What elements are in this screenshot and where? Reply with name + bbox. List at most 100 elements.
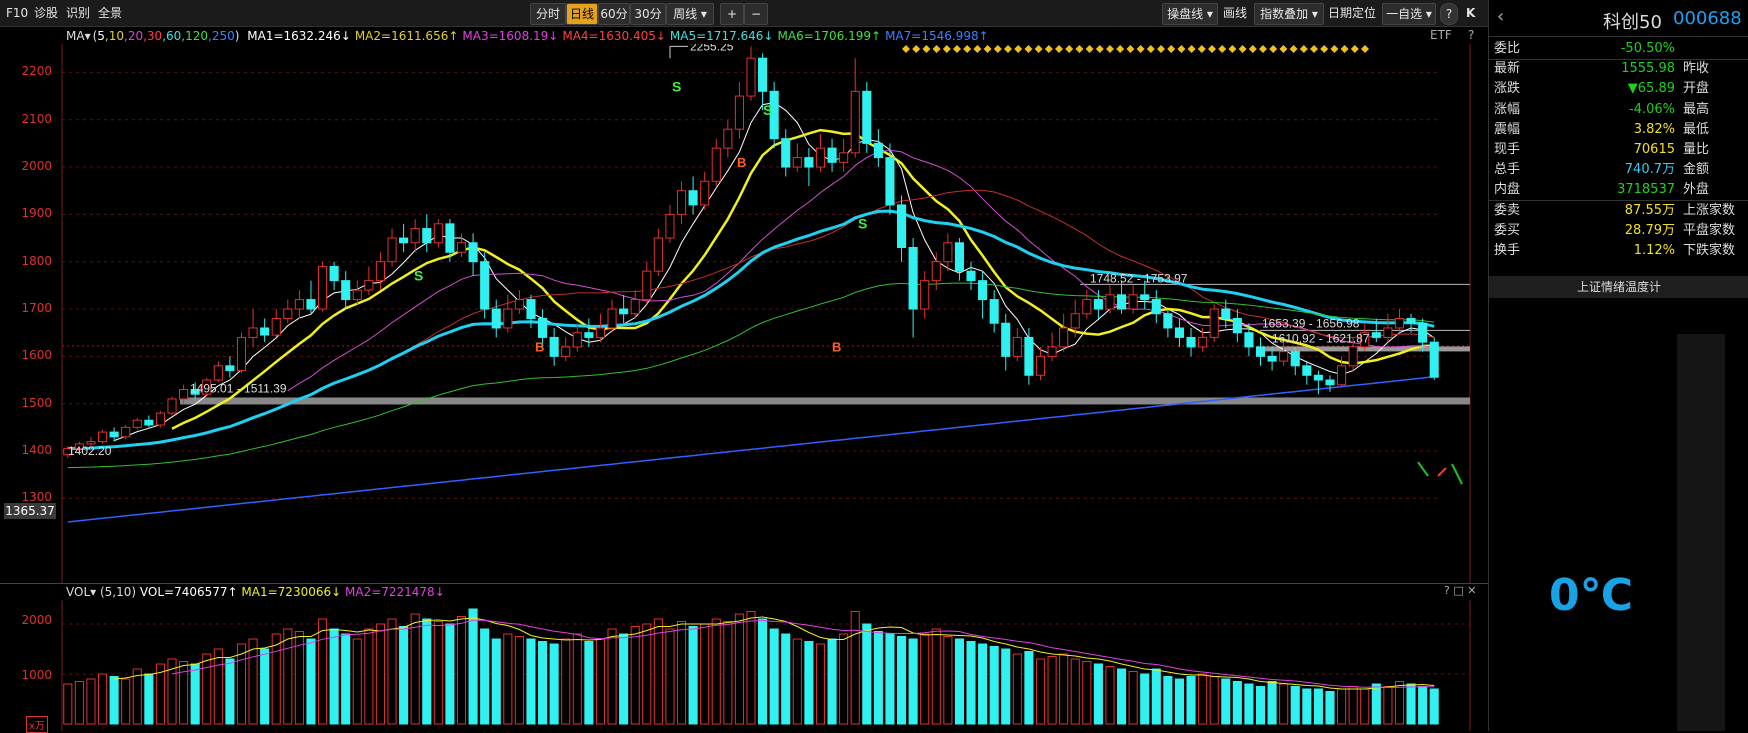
candle-body-105 bbox=[1279, 351, 1289, 362]
volume-bar-30 bbox=[410, 613, 420, 725]
volume-bar-63 bbox=[792, 638, 802, 725]
period-tab-weekly[interactable]: 周线 ▾ bbox=[666, 3, 714, 25]
volume-bar-1 bbox=[74, 681, 84, 725]
volume-bar-22 bbox=[317, 618, 328, 725]
collapse-arrows-icon[interactable]: K bbox=[1462, 4, 1479, 22]
buy-signal-6: B bbox=[832, 340, 841, 355]
period-tab-30min[interactable]: 30分 bbox=[630, 3, 666, 25]
back-arrow-icon[interactable]: ‹ bbox=[1497, 6, 1504, 27]
candle-body-53 bbox=[676, 190, 687, 215]
period-tab-60min[interactable]: 60分 bbox=[598, 3, 630, 25]
candle-body-44 bbox=[572, 332, 582, 348]
volume-bar-64 bbox=[804, 641, 814, 725]
candle-body-29 bbox=[399, 237, 409, 244]
quote-value-4: 3.82% bbox=[1633, 121, 1675, 137]
kline-chart[interactable]: 2255.25 1748.52 - 1753.97 1653.39 - 1656.9… bbox=[0, 44, 1488, 584]
volume-unit: x万 bbox=[26, 716, 48, 733]
quote-value-3: -4.06% bbox=[1629, 101, 1675, 117]
candle-body-28 bbox=[387, 237, 397, 263]
zoom-out-button[interactable]: − bbox=[744, 3, 768, 25]
quote-key2-6: 金额 bbox=[1683, 162, 1710, 178]
volume-bar-91 bbox=[1117, 668, 1127, 725]
index-overlay-dropdown[interactable]: 指数叠加 ▾ bbox=[1254, 3, 1324, 25]
quote-row-5: 现手 70615 量比 bbox=[1489, 139, 1748, 161]
candle-body-99 bbox=[1209, 308, 1219, 338]
zoom-in-button[interactable]: + bbox=[720, 3, 744, 25]
candle-body-36 bbox=[480, 261, 490, 310]
quote-key2-10: 下跌家数 bbox=[1683, 243, 1736, 258]
candle-body-64 bbox=[804, 157, 814, 168]
quote-row-4: 震幅 3.82% 最低 bbox=[1489, 119, 1748, 141]
quote-row-6: 总手 740.7万 金额 bbox=[1489, 159, 1748, 181]
volume-bar-5 bbox=[121, 678, 131, 725]
panorama-button[interactable]: 全景 bbox=[94, 4, 126, 22]
volume-bar-11 bbox=[190, 663, 200, 725]
quote-row-8: 委卖 87.55万 上涨家数 bbox=[1489, 200, 1748, 222]
volume-bar-16 bbox=[248, 638, 258, 725]
ma-param-0: 5 bbox=[97, 29, 105, 43]
candle-body-34 bbox=[456, 242, 467, 253]
volume-bar-115 bbox=[1394, 681, 1405, 725]
help-icon[interactable]: ? bbox=[1440, 3, 1458, 25]
sell-signal-2: S bbox=[858, 216, 867, 232]
period-tab-intraday[interactable]: 分时 bbox=[530, 3, 566, 25]
watchlist-dropdown[interactable]: 一自选 ▾ bbox=[1382, 3, 1436, 25]
quote-panel: ‹ 科创50 000688 委比 -50.50% 最新 1555.98 昨收 涨跌 ▼65.… bbox=[1488, 0, 1748, 731]
candle-body-106 bbox=[1290, 351, 1300, 367]
volume-chart[interactable] bbox=[0, 600, 1488, 731]
date-locate-button[interactable]: 日期定位 bbox=[1324, 3, 1380, 23]
volume-bar-82 bbox=[1012, 653, 1022, 725]
candle-body-81 bbox=[1001, 322, 1011, 357]
legend-help-icon[interactable]: ? bbox=[1468, 28, 1474, 42]
identify-button[interactable]: 识别 bbox=[62, 4, 94, 22]
price-tick-2100: 2100 bbox=[21, 111, 52, 126]
price-tick-2000: 2000 bbox=[21, 159, 52, 174]
candle-body-117 bbox=[1418, 322, 1428, 343]
candle-body-90 bbox=[1105, 294, 1115, 310]
volume-bar-41 bbox=[538, 641, 548, 725]
candle-body-72 bbox=[896, 204, 907, 249]
volume-bar-6 bbox=[132, 668, 142, 725]
index-code: 000688 bbox=[1673, 8, 1742, 29]
draw-line-button[interactable]: 画线 bbox=[1218, 3, 1252, 23]
candle-body-113 bbox=[1371, 332, 1381, 338]
chart-background bbox=[0, 44, 1488, 584]
quote-row-3: 涨幅 -4.06% 最高 bbox=[1489, 99, 1748, 121]
support-band bbox=[180, 397, 1470, 405]
trade-line-dropdown[interactable]: 操盘线 ▾ bbox=[1162, 3, 1218, 25]
volume-bar-88 bbox=[1082, 661, 1092, 725]
volume-bar-4 bbox=[109, 676, 119, 725]
candle-body-51 bbox=[653, 237, 663, 272]
candle-body-109 bbox=[1325, 379, 1335, 386]
candle-body-24 bbox=[341, 280, 351, 301]
candle-body-83 bbox=[1024, 336, 1034, 376]
ma-dropdown[interactable]: MA▾ bbox=[66, 29, 91, 43]
candle-body-31 bbox=[422, 228, 432, 244]
support-label: 1495.01 - 1511.39 bbox=[190, 381, 287, 395]
volume-bar-27 bbox=[375, 623, 385, 725]
vol-tick-2000: 2000 bbox=[21, 613, 52, 627]
etf-label[interactable]: ETF bbox=[1430, 28, 1452, 42]
quote-value-8: 87.55万 bbox=[1624, 202, 1675, 218]
volume-bar-18 bbox=[271, 633, 281, 725]
volume-bar-65 bbox=[815, 643, 826, 725]
candle-body-19 bbox=[283, 308, 293, 319]
price-tick-1500: 1500 bbox=[21, 395, 52, 410]
candle-body-102 bbox=[1244, 332, 1254, 348]
quote-key-6: 总手 bbox=[1494, 162, 1521, 178]
period-tab-daily[interactable]: 日线 bbox=[566, 3, 598, 25]
candle-body-49 bbox=[630, 299, 640, 315]
candle-body-4 bbox=[109, 431, 119, 438]
diagnose-button[interactable]: 诊股 bbox=[30, 4, 62, 22]
volume-bar-111 bbox=[1348, 686, 1358, 725]
volume-bar-13 bbox=[213, 648, 223, 725]
volume-bar-42 bbox=[549, 643, 559, 725]
candle-body-84 bbox=[1035, 355, 1046, 376]
f10-button[interactable]: F10 bbox=[2, 4, 32, 22]
vol-dropdown[interactable]: VOL▾ bbox=[66, 585, 96, 599]
candle-body-18 bbox=[271, 317, 281, 336]
candle-body-77 bbox=[954, 242, 964, 272]
candle-body-69 bbox=[862, 90, 872, 144]
volume-panel-controls[interactable]: ? □ ✕ bbox=[1444, 584, 1476, 597]
candle-body-115 bbox=[1394, 317, 1405, 329]
